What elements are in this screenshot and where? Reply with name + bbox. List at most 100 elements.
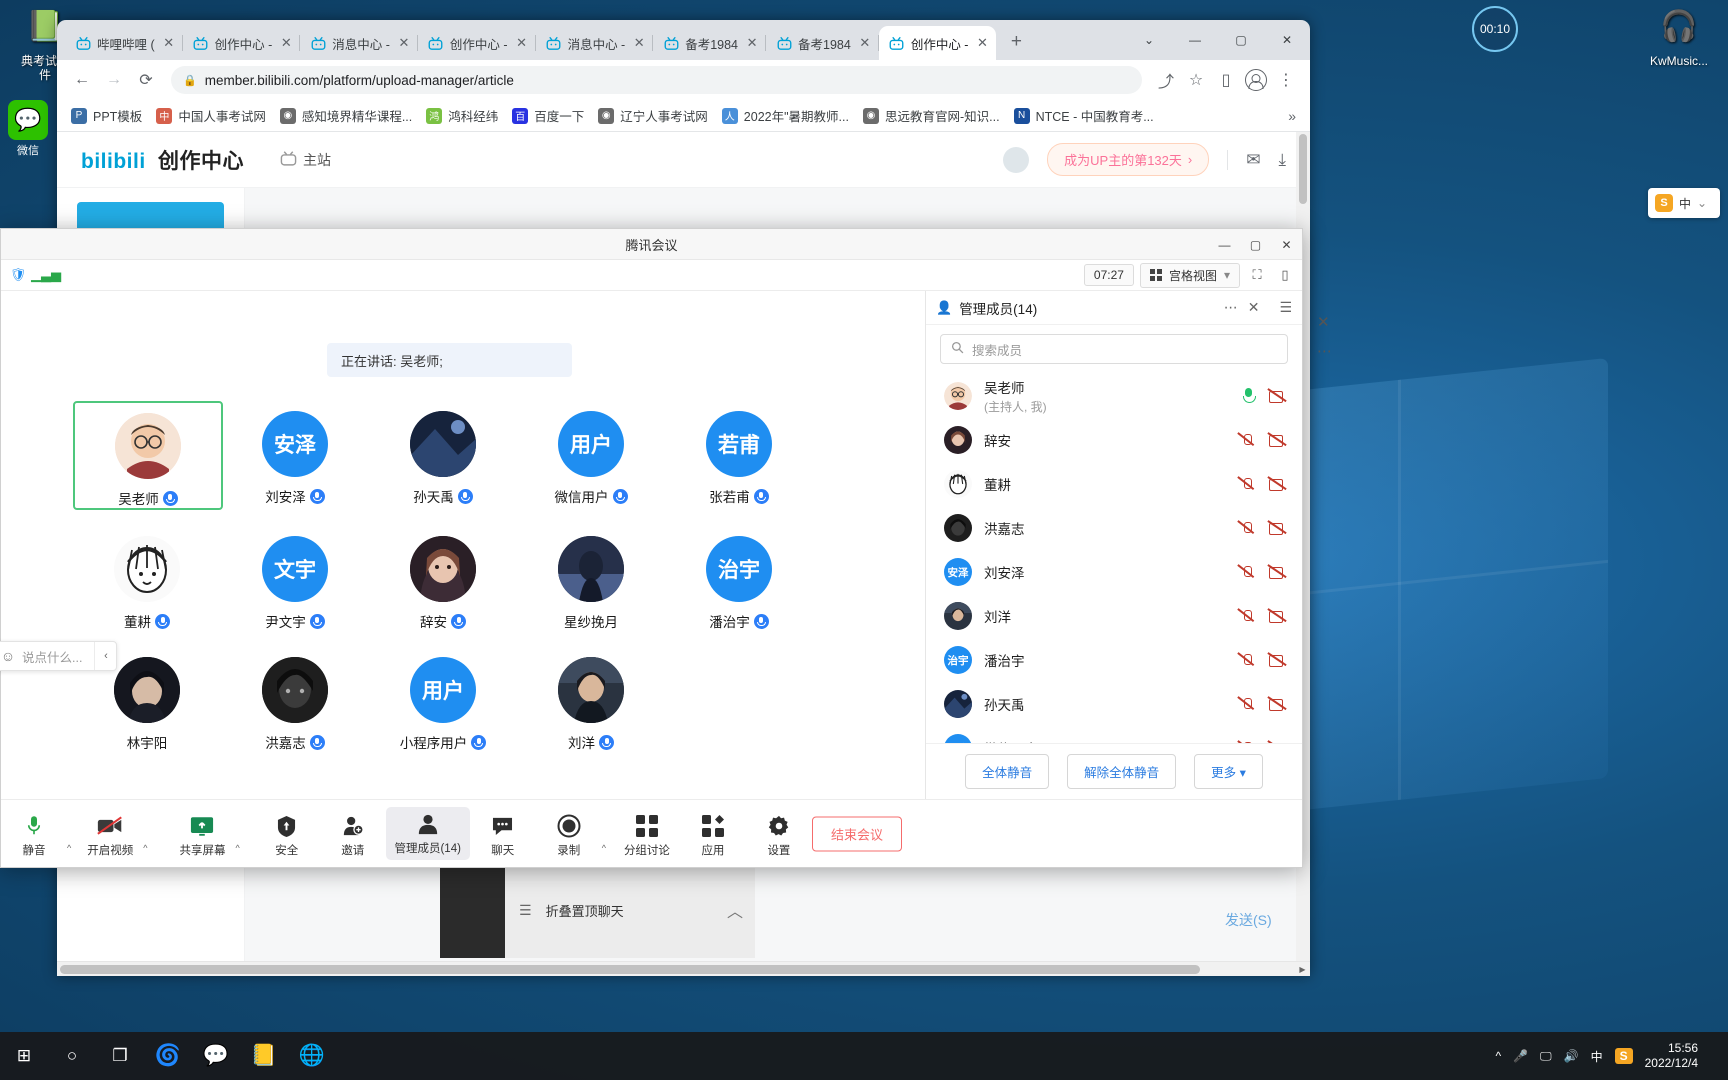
security-button[interactable]: 安全: [254, 809, 320, 858]
network-signal-icon[interactable]: ▁▃▅: [31, 264, 61, 286]
browser-tab-3[interactable]: 创作中心 - ✕: [418, 26, 536, 60]
invite-button[interactable]: 邀请: [320, 809, 386, 858]
tray-expand-icon[interactable]: ^: [1495, 1049, 1501, 1063]
camera-off-icon[interactable]: [1269, 653, 1286, 668]
mute-button[interactable]: 静音: [1, 809, 67, 858]
browser-tab-0[interactable]: 哔哩哔哩 ( ✕: [65, 26, 183, 60]
participant-tile-xingshawanyue[interactable]: 星纱挽月: [517, 526, 665, 631]
tab-close-icon[interactable]: ✕: [278, 35, 294, 51]
breakout-rooms-button[interactable]: 分组讨论: [614, 809, 680, 858]
mic-off-icon[interactable]: [1239, 697, 1256, 712]
browser-tab-5[interactable]: 备考1984 ✕: [653, 26, 766, 60]
camera-off-icon[interactable]: [1269, 741, 1286, 743]
task-view-icon[interactable]: ❐: [96, 1032, 144, 1080]
browser-tab-7-active[interactable]: 创作中心 - ✕: [878, 26, 997, 60]
participant-tile-hongjiazhi[interactable]: 洪嘉志: [221, 647, 369, 752]
participant-row-suntianyu[interactable]: 孙天禹: [926, 682, 1302, 726]
participant-row-hongjiazhi[interactable]: 洪嘉志: [926, 506, 1302, 550]
bookmarks-overflow-icon[interactable]: »: [1288, 108, 1296, 124]
panel-close-icon[interactable]: ✕: [1248, 299, 1260, 316]
participant-tile-wechat-user[interactable]: 用户 微信用户: [517, 401, 665, 510]
back-icon[interactable]: ←: [67, 65, 97, 95]
overlay-more-icon[interactable]: ⋯: [1317, 342, 1332, 360]
participant-row-wechat-user[interactable]: 用户 微信用户: [926, 726, 1302, 743]
mic-on-icon[interactable]: [1241, 388, 1256, 404]
tab-close-icon[interactable]: ✕: [974, 35, 990, 51]
panel-menu-icon[interactable]: ☰: [1279, 299, 1292, 316]
mic-off-icon[interactable]: [1239, 653, 1256, 668]
download-icon[interactable]: ⤓: [1278, 150, 1286, 170]
tab-close-icon[interactable]: ✕: [396, 35, 412, 51]
meeting-minimize-button[interactable]: —: [1209, 229, 1240, 260]
mic-off-icon[interactable]: [1239, 741, 1256, 743]
bookmark-2[interactable]: ◉ 感知境界精华课程...: [279, 106, 412, 125]
bookmark-5[interactable]: ◉ 辽宁人事考试网: [598, 106, 708, 125]
mail-icon[interactable]: ✉: [1246, 150, 1260, 170]
taskbar-app-notes[interactable]: 📒: [240, 1032, 288, 1080]
record-options-caret-icon[interactable]: ^: [602, 843, 606, 853]
share-options-caret-icon[interactable]: ^: [235, 843, 239, 853]
manage-participants-button[interactable]: 管理成员(14): [385, 807, 470, 860]
participant-tile-donggeng[interactable]: 董耕: [73, 526, 221, 631]
participant-list[interactable]: 吴老师 (主持人, 我) 辞安 董耕 洪嘉志 安泽 刘安泽 刘洋 治宇 潘治宇 …: [926, 368, 1302, 743]
video-options-caret-icon[interactable]: ^: [143, 843, 147, 853]
scrollbar-thumb[interactable]: [1299, 134, 1307, 204]
mic-off-icon[interactable]: [1239, 521, 1256, 536]
participant-tile-wulaoshi[interactable]: 吴老师: [73, 401, 223, 510]
start-video-button[interactable]: 开启视频: [77, 809, 143, 858]
tab-close-icon[interactable]: ✕: [744, 35, 760, 51]
fullscreen-icon[interactable]: ⛶: [1246, 264, 1268, 286]
meeting-close-button[interactable]: ✕: [1271, 229, 1302, 260]
address-bar[interactable]: 🔒 member.bilibili.com/platform/upload-ma…: [171, 66, 1142, 94]
mic-off-icon[interactable]: [1239, 565, 1256, 580]
side-panel-icon[interactable]: ▯: [1212, 65, 1240, 95]
send-button[interactable]: 发送(S): [1225, 910, 1272, 930]
participant-row-panzhiyu[interactable]: 治宇 潘治宇: [926, 638, 1302, 682]
camera-off-icon[interactable]: [1269, 609, 1286, 624]
tray-volume-icon[interactable]: 🔊: [1564, 1049, 1579, 1063]
browser-tab-4[interactable]: 消息中心 - ✕: [536, 26, 654, 60]
record-button[interactable]: 录制: [536, 809, 602, 858]
mic-off-icon[interactable]: [1239, 477, 1256, 492]
new-tab-button[interactable]: +: [1002, 29, 1030, 57]
end-meeting-button[interactable]: 结束会议: [811, 816, 902, 851]
tab-close-icon[interactable]: ✕: [514, 35, 530, 51]
settings-button[interactable]: 设置: [746, 809, 812, 858]
scrollbar-thumb[interactable]: [60, 965, 1200, 974]
layout-toggle-icon[interactable]: ▯: [1274, 264, 1296, 286]
tencent-meeting-window[interactable]: 腾讯会议 — ▢ ✕ 🛡 ▁▃▅ 07:27 宫格视图 ▾ ⛶ ▯ 正在讲话: …: [0, 228, 1303, 868]
bookmark-4[interactable]: 百百度一下: [512, 106, 584, 125]
participant-row-liuanze[interactable]: 安泽 刘安泽: [926, 550, 1302, 594]
share-icon[interactable]: ⤴: [1152, 65, 1180, 95]
forward-icon[interactable]: →: [99, 65, 129, 95]
bookmark-6[interactable]: 人 2022年"暑期教师...: [721, 106, 849, 125]
camera-off-icon[interactable]: [1269, 389, 1286, 404]
collapse-chat-icon[interactable]: ‹: [94, 642, 116, 670]
main-site-link[interactable]: 主站: [280, 150, 331, 170]
search-icon[interactable]: ○: [48, 1032, 96, 1080]
participant-row-donggeng[interactable]: 董耕: [926, 462, 1302, 506]
participant-tile-panzhiyu[interactable]: 治宇 潘治宇: [665, 526, 813, 631]
dock-app-wechat[interactable]: 💬 微信: [0, 100, 56, 158]
tray-microphone-icon[interactable]: 🎤: [1513, 1049, 1528, 1063]
participant-row-cian[interactable]: 辞安: [926, 418, 1302, 462]
overlay-close-icon[interactable]: ✕: [1317, 313, 1330, 331]
tab-search-icon[interactable]: ⌄: [1126, 23, 1172, 57]
emoji-icon[interactable]: ☺: [0, 648, 22, 664]
chat-input-placeholder[interactable]: 说点什么...: [22, 647, 94, 666]
bookmark-3[interactable]: 鸿鸿科经纬: [426, 106, 498, 125]
user-avatar[interactable]: [1003, 146, 1030, 173]
camera-off-icon[interactable]: [1269, 521, 1286, 536]
mute-all-button[interactable]: 全体静音: [965, 754, 1050, 789]
camera-off-icon[interactable]: [1269, 433, 1286, 448]
participant-search-input[interactable]: 搜索成员: [940, 334, 1288, 364]
reload-icon[interactable]: ⟳: [131, 65, 161, 95]
start-button[interactable]: ⊞: [0, 1032, 48, 1080]
tab-close-icon[interactable]: ✕: [631, 35, 647, 51]
meeting-titlebar[interactable]: 腾讯会议 — ▢ ✕: [1, 229, 1302, 260]
participant-tile-liuanze[interactable]: 安泽 刘安泽: [221, 401, 369, 510]
bookmark-star-icon[interactable]: ☆: [1182, 65, 1210, 95]
scroll-right-arrow-icon[interactable]: ▶: [1295, 962, 1310, 976]
mic-off-icon[interactable]: [1239, 609, 1256, 624]
chrome-menu-icon[interactable]: ⋮: [1272, 65, 1300, 95]
